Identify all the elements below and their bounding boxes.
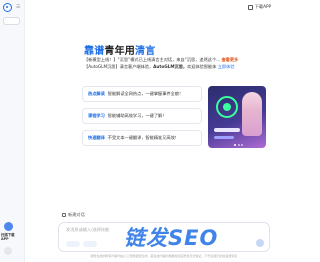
carousel-dot[interactable] <box>237 144 240 146</box>
carousel-dots[interactable] <box>234 144 243 146</box>
new-chat-icon <box>62 213 66 217</box>
announcement-2-try-link[interactable]: 立即体验 <box>218 64 235 69</box>
app-download-sub: APP <box>1 237 9 241</box>
feature-card-study[interactable]: 课程学习 智能辅助高效学习，一键了解！ <box>82 108 202 124</box>
announcement-2-bold: AutoGLM沉思， <box>153 64 188 69</box>
feature-card-tag: 课程学习 <box>88 113 105 118</box>
feature-card-translate[interactable]: 快速翻译 不受文本一键翻译，智能精准又高效！ <box>82 130 202 146</box>
input-tools <box>66 241 97 247</box>
download-icon <box>247 4 253 10</box>
feature-card-desc: 智能解读全网热点，一键掌握事件全貌！ <box>107 91 184 96</box>
chat-input[interactable]: 发消息或输入/选择技能 <box>58 222 270 252</box>
announcement-line-2: 【AutoGLM沉思】清言客户端体验，AutoGLM沉思，欢迎体验智能体 立即体… <box>84 63 264 70</box>
promo-graphic-bar <box>214 136 234 139</box>
feature-card-hot-topics[interactable]: 热点解读 智能解读全网热点，一键掌握事件全貌！ <box>82 86 202 102</box>
app-download-promo[interactable]: 扫描下载 APP <box>1 233 25 243</box>
disclaimer: 服务生成的所有内容均由人工智能模型生成，其生成内容的准确性和完整性无法保证，不代… <box>90 254 238 258</box>
new-chat-label: 新建对话 <box>68 212 85 217</box>
avatar[interactable] <box>4 247 12 255</box>
announcement: 【新模型上线！】“沉思”模式已上线清言主对话，来自“沉思，追然这个... 查看更… <box>84 56 264 70</box>
send-icon[interactable] <box>256 239 264 247</box>
new-chat-button[interactable]: 新建对话 <box>62 212 85 218</box>
feature-card-tag: 热点解读 <box>88 91 105 96</box>
download-app-label: 下载APP <box>254 4 271 9</box>
feature-card-desc: 不受文本一键翻译，智能精准又高效！ <box>107 135 179 140</box>
download-app-button[interactable]: 下载APP <box>246 3 273 11</box>
announcement-1-text: 【新模型上线！】“沉思”模式已上线清言主对话，来自“沉思，追然这个... <box>84 57 222 62</box>
promo-character-image <box>242 92 262 136</box>
carousel-dot[interactable] <box>241 144 243 146</box>
announcement-1-more-link[interactable]: 查看更多 <box>221 57 238 62</box>
logo-icon[interactable] <box>3 3 12 12</box>
announcement-2-text: 【AutoGLM沉思】清言客户端体验， <box>84 64 154 69</box>
collapse-sidebar-icon[interactable]: ☰ <box>16 4 20 10</box>
sidebar-new-chat-button[interactable] <box>3 17 20 25</box>
chat-input-placeholder: 发消息或输入/选择技能 <box>66 227 110 232</box>
qr-code-icon <box>4 222 13 231</box>
tool-button[interactable] <box>83 241 97 247</box>
promo-ring-graphic <box>216 96 238 118</box>
promo-banner[interactable] <box>208 86 266 148</box>
sidebar: ☰ 扫描下载 APP <box>0 0 25 262</box>
announcement-line-1: 【新模型上线！】“沉思”模式已上线清言主对话，来自“沉思，追然这个... 查看更… <box>84 56 264 63</box>
feature-card-tag: 快速翻译 <box>88 135 105 140</box>
announcement-2-link: 欢迎体验智能体 <box>187 64 218 69</box>
page-title: 靠谱青年用清言 <box>84 42 155 57</box>
carousel-dot[interactable] <box>234 144 236 146</box>
tool-button[interactable] <box>66 241 80 247</box>
promo-graphic-bar <box>214 128 240 132</box>
feature-card-desc: 智能辅助高效学习，一键了解！ <box>107 113 167 118</box>
